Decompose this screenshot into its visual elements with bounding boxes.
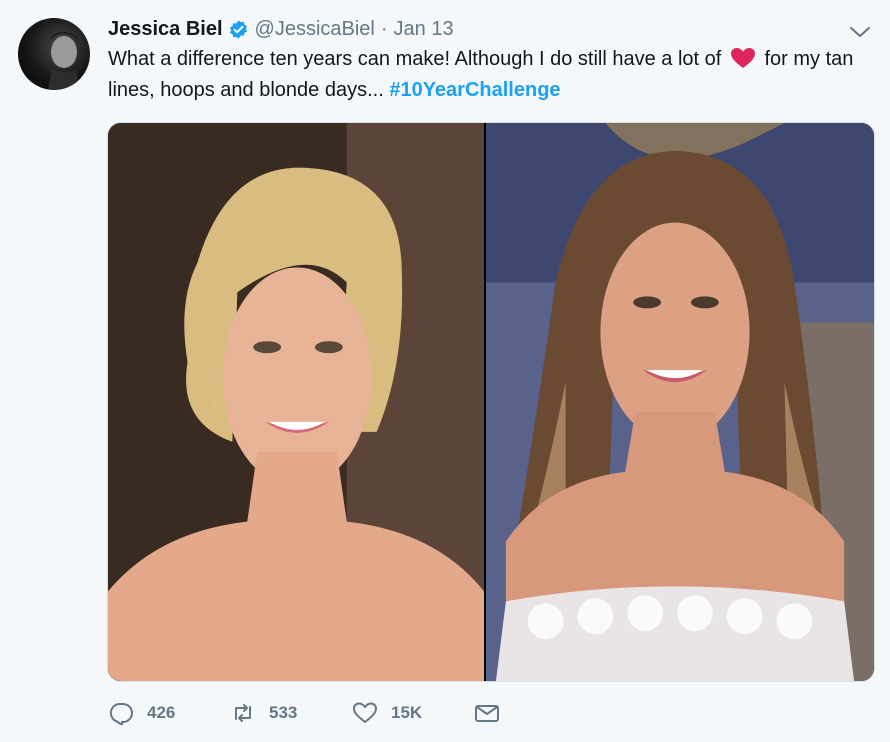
action-bar: 426 533 15K xyxy=(108,701,500,725)
tweet-media[interactable] xyxy=(107,122,875,682)
photo-left[interactable] xyxy=(108,123,485,681)
reply-count: 426 xyxy=(147,703,176,722)
author-name[interactable]: Jessica Biel xyxy=(108,15,223,43)
hashtag-link[interactable]: #10YearChallenge xyxy=(389,79,560,101)
red-heart-icon xyxy=(730,48,755,68)
tweet-header: Jessica Biel @JessicaBiel · Jan 13 xyxy=(108,15,454,43)
tweet-card[interactable]: Jessica Biel @JessicaBiel · Jan 13 What … xyxy=(0,0,890,742)
tweet-text: What a difference ten years can make! Al… xyxy=(108,44,878,106)
retweet-icon xyxy=(235,704,251,722)
author-handle[interactable]: @JessicaBiel xyxy=(255,15,375,43)
header-separator: · xyxy=(380,18,388,40)
like-button[interactable]: 15K xyxy=(352,701,474,725)
like-icon xyxy=(353,702,377,723)
retweet-count: 533 xyxy=(269,703,298,722)
direct-message-icon xyxy=(475,705,499,722)
tweet-text-part1: What a difference ten years can make! Al… xyxy=(108,48,722,70)
tweet-date[interactable]: Jan 13 xyxy=(394,15,454,43)
retweet-button[interactable]: 533 xyxy=(230,701,352,725)
like-count: 15K xyxy=(391,703,423,722)
photo-right[interactable] xyxy=(486,123,874,681)
verified-badge-icon xyxy=(229,19,247,39)
direct-message-button[interactable] xyxy=(474,701,500,725)
avatar[interactable] xyxy=(18,18,90,90)
chevron-down-icon[interactable] xyxy=(848,22,872,42)
reply-icon xyxy=(109,703,133,725)
reply-button[interactable]: 426 xyxy=(108,701,230,725)
